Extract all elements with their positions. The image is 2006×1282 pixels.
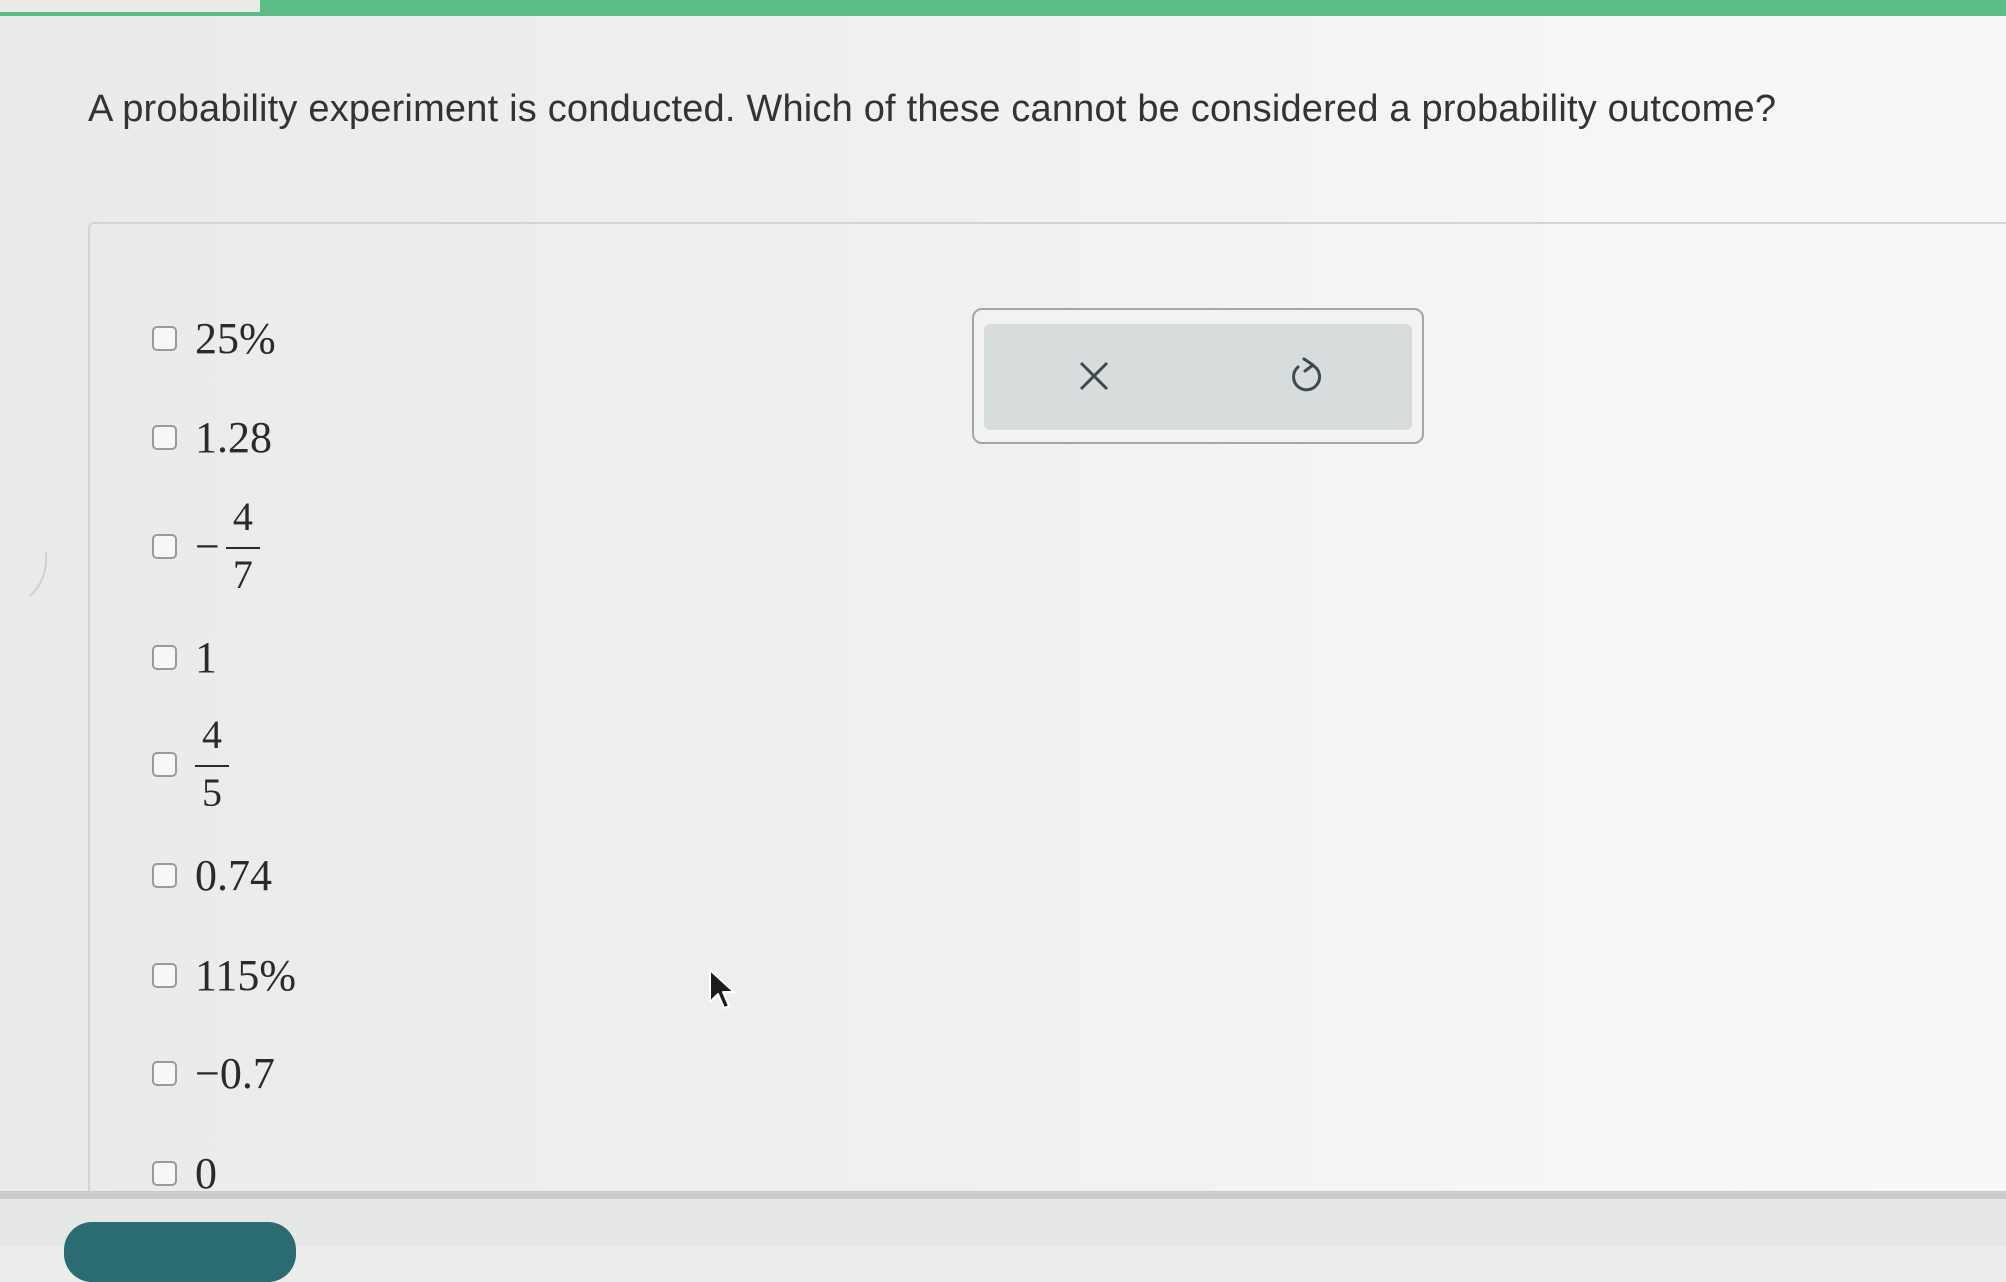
fraction-numerator: 4 (202, 712, 222, 757)
choice-item[interactable]: − 4 7 (152, 497, 260, 595)
clear-button[interactable] (1062, 344, 1126, 408)
choice-checkbox[interactable] (152, 326, 177, 351)
fraction-numerator: 4 (232, 494, 253, 539)
choice-item[interactable]: 115% (152, 950, 296, 1001)
close-icon (1079, 361, 1109, 391)
check-button[interactable] (64, 1222, 296, 1282)
choice-checkbox[interactable] (152, 645, 177, 670)
question-text: A probability experiment is conducted. W… (88, 88, 1777, 130)
fraction-denominator: 7 (232, 552, 253, 597)
choice-checkbox[interactable] (152, 1061, 177, 1086)
choice-checkbox[interactable] (152, 425, 177, 450)
choice-checkbox[interactable] (152, 963, 177, 988)
fraction: 4 7 (225, 494, 260, 597)
choice-label: 1.28 (195, 413, 272, 462)
choice-item[interactable]: 25% (152, 313, 276, 364)
bottom-divider (0, 1191, 2006, 1199)
fraction-bar (225, 547, 260, 549)
choice-checkbox[interactable] (152, 1161, 177, 1186)
choice-checkbox[interactable] (152, 863, 177, 888)
choice-item[interactable]: 0.74 (152, 850, 272, 901)
fraction-label: 4 5 (195, 715, 229, 813)
toolbar-inner (984, 324, 1412, 430)
top-bar-left-area (0, 0, 260, 12)
choice-item[interactable]: 4 5 (152, 715, 229, 813)
choice-checkbox[interactable] (152, 533, 177, 559)
choice-label: 0.74 (195, 851, 272, 900)
choice-label: −0.7 (195, 1049, 275, 1098)
mouse-cursor-icon (708, 968, 738, 1017)
answer-toolbar (972, 308, 1424, 444)
choice-item[interactable]: 1.28 (152, 412, 272, 463)
fraction-bar (195, 765, 229, 767)
undo-button[interactable] (1274, 344, 1338, 408)
fraction: 4 5 (195, 715, 229, 813)
choice-label: 1 (195, 633, 217, 682)
choice-checkbox[interactable] (152, 751, 177, 777)
fraction-denominator: 5 (202, 770, 222, 815)
choice-label: 25% (195, 314, 276, 363)
bottom-bar (0, 1199, 2006, 1246)
fraction-label: − 4 7 (195, 497, 260, 595)
choice-label: 115% (195, 951, 297, 1000)
top-progress-bar (0, 0, 2006, 16)
undo-icon (1292, 357, 1322, 392)
choice-item[interactable]: −0.7 (152, 1048, 275, 1099)
fraction-sign: − (195, 521, 220, 571)
choice-item[interactable]: 1 (152, 632, 217, 683)
edge-mark (28, 550, 52, 605)
